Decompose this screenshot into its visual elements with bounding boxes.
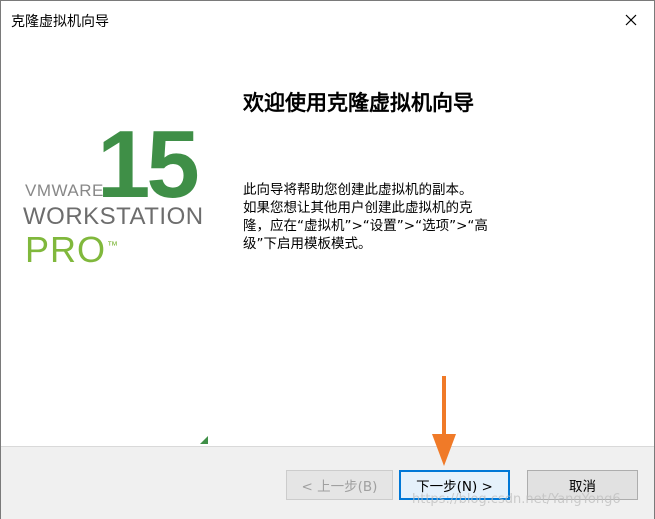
description-line: 级”下启用模板模式。 [243, 236, 372, 252]
button-bar: < 上一步(B) 下一步(N) > 取消 [1, 446, 654, 519]
back-button[interactable]: < 上一步(B) [286, 470, 393, 500]
description-line: 隆，应在“虚拟机”>“设置”>“选项”>“高 [243, 218, 488, 234]
logo-version-number: 15 [97, 111, 200, 218]
logo-edition-text: PRO [25, 229, 107, 270]
clone-vm-wizard-window: 克隆虚拟机向导 15 VMWARE WORKSTATION PRO™ 欢迎使用克… [0, 0, 655, 519]
logo-edition: PRO™ [25, 229, 118, 271]
logo-brand: VMWARE [25, 181, 104, 200]
description-line: 此向导将帮助您创建此虚拟机的副本。 [243, 182, 473, 198]
logo-product: WORKSTATION [23, 203, 204, 230]
logo-trademark: ™ [107, 240, 119, 252]
wizard-description: 此向导将帮助您创建此虚拟机的副本。 如果您想让其他用户创建此虚拟机的克 隆，应在… [243, 181, 513, 253]
vmware-logo: 15 VMWARE WORKSTATION PRO™ [1, 39, 221, 446]
close-button[interactable] [608, 1, 654, 39]
logo-corner-triangle [200, 436, 208, 444]
title-bar: 克隆虚拟机向导 [1, 1, 654, 39]
close-icon [625, 14, 637, 26]
window-title: 克隆虚拟机向导 [11, 14, 109, 30]
description-line: 如果您想让其他用户创建此虚拟机的克 [243, 200, 473, 216]
wizard-heading: 欢迎使用克隆虚拟机向导 [243, 91, 474, 115]
watermark: https://blog.csdn.net/YangYong6 [412, 492, 621, 507]
